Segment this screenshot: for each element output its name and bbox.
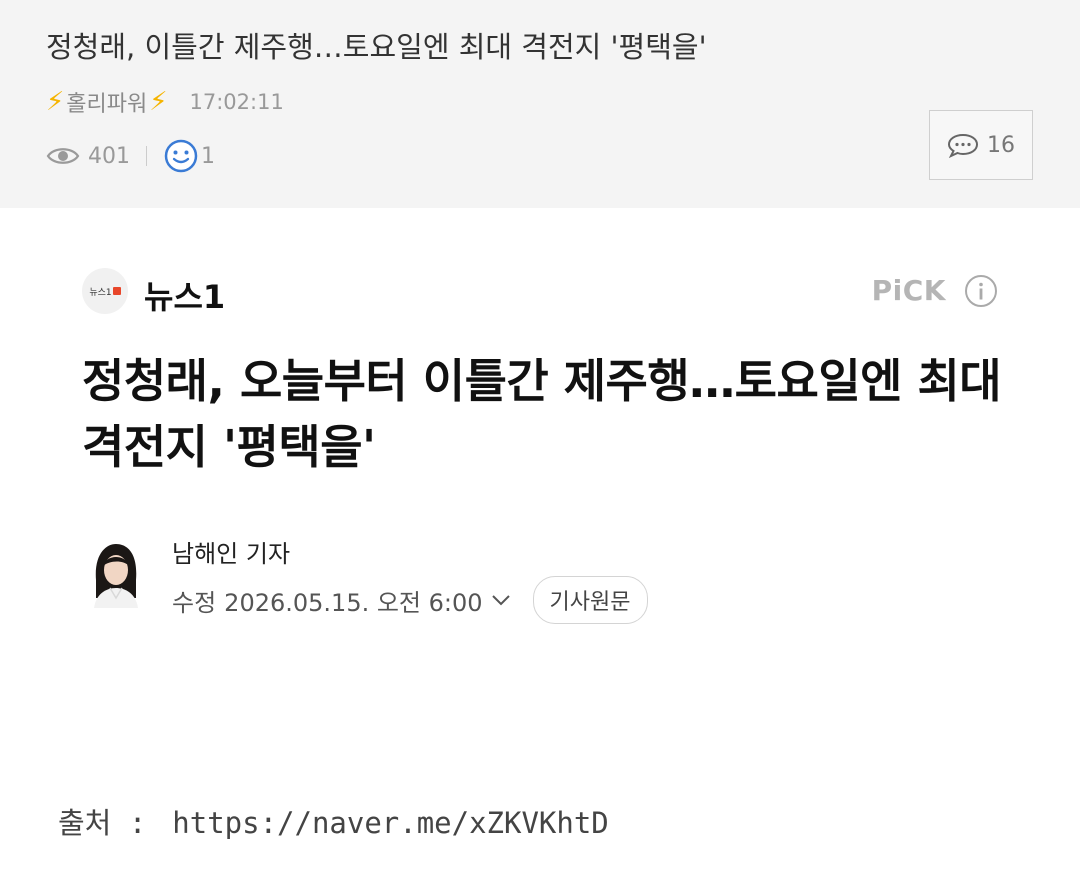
divider: [146, 146, 147, 166]
reaction-count: 1: [201, 143, 215, 169]
logo-mark-icon: [112, 287, 121, 295]
chevron-down-icon[interactable]: [491, 593, 511, 607]
modified-label: 수정: [172, 588, 217, 617]
lightning-icon: ⚡: [46, 87, 65, 117]
modified-datetime: 2026.05.15. 오전 6:00: [224, 588, 483, 617]
article-meta: 수정 2026.05.15. 오전 6:00 기사원문: [172, 576, 648, 624]
press-logo-text: 뉴스1: [89, 287, 112, 298]
source-link[interactable]: https://naver.me/xZKVKhtD: [172, 806, 609, 840]
press-logo[interactable]: 뉴스1: [82, 268, 128, 314]
author-name[interactable]: 홀리파워: [66, 86, 147, 118]
pick-label: PiCK: [871, 274, 946, 307]
lightning-icon: ⚡: [149, 87, 168, 117]
reporter-avatar[interactable]: [88, 540, 144, 608]
comment-count: 16: [987, 132, 1015, 158]
author-row: ⚡ 홀리파워 ⚡ 17:02:11: [46, 86, 284, 118]
post-header: 정청래, 이틀간 제주행…토요일엔 최대 격전지 '평택을' ⚡ 홀리파워 ⚡ …: [0, 0, 1080, 208]
eye-icon: [46, 148, 80, 164]
view-count: 401: [88, 143, 130, 169]
reporter-photo-image: [88, 540, 144, 608]
post-time: 17:02:11: [189, 90, 284, 114]
source-label: 출처 :: [58, 806, 147, 840]
source-line: 출처 : https://naver.me/xZKVKhtD: [58, 800, 609, 842]
info-icon[interactable]: [964, 274, 998, 308]
post-title[interactable]: 정청래, 이틀간 제주행…토요일엔 최대 격전지 '평택을': [46, 24, 707, 66]
press-row: 뉴스1 뉴스1 PiCK: [82, 266, 998, 316]
comment-button[interactable]: 16: [929, 110, 1033, 180]
speech-bubble-icon: [947, 133, 979, 158]
press-name[interactable]: 뉴스1: [144, 272, 225, 318]
original-article-button[interactable]: 기사원문: [532, 576, 648, 624]
stats-row: 401 1: [46, 138, 215, 174]
reporter-name[interactable]: 남해인 기자: [172, 534, 290, 569]
smile-icon[interactable]: [163, 138, 199, 174]
article-headline: 정청래, 오늘부터 이틀간 제주행…토요일엔 최대 격전지 '평택을': [82, 354, 1002, 474]
